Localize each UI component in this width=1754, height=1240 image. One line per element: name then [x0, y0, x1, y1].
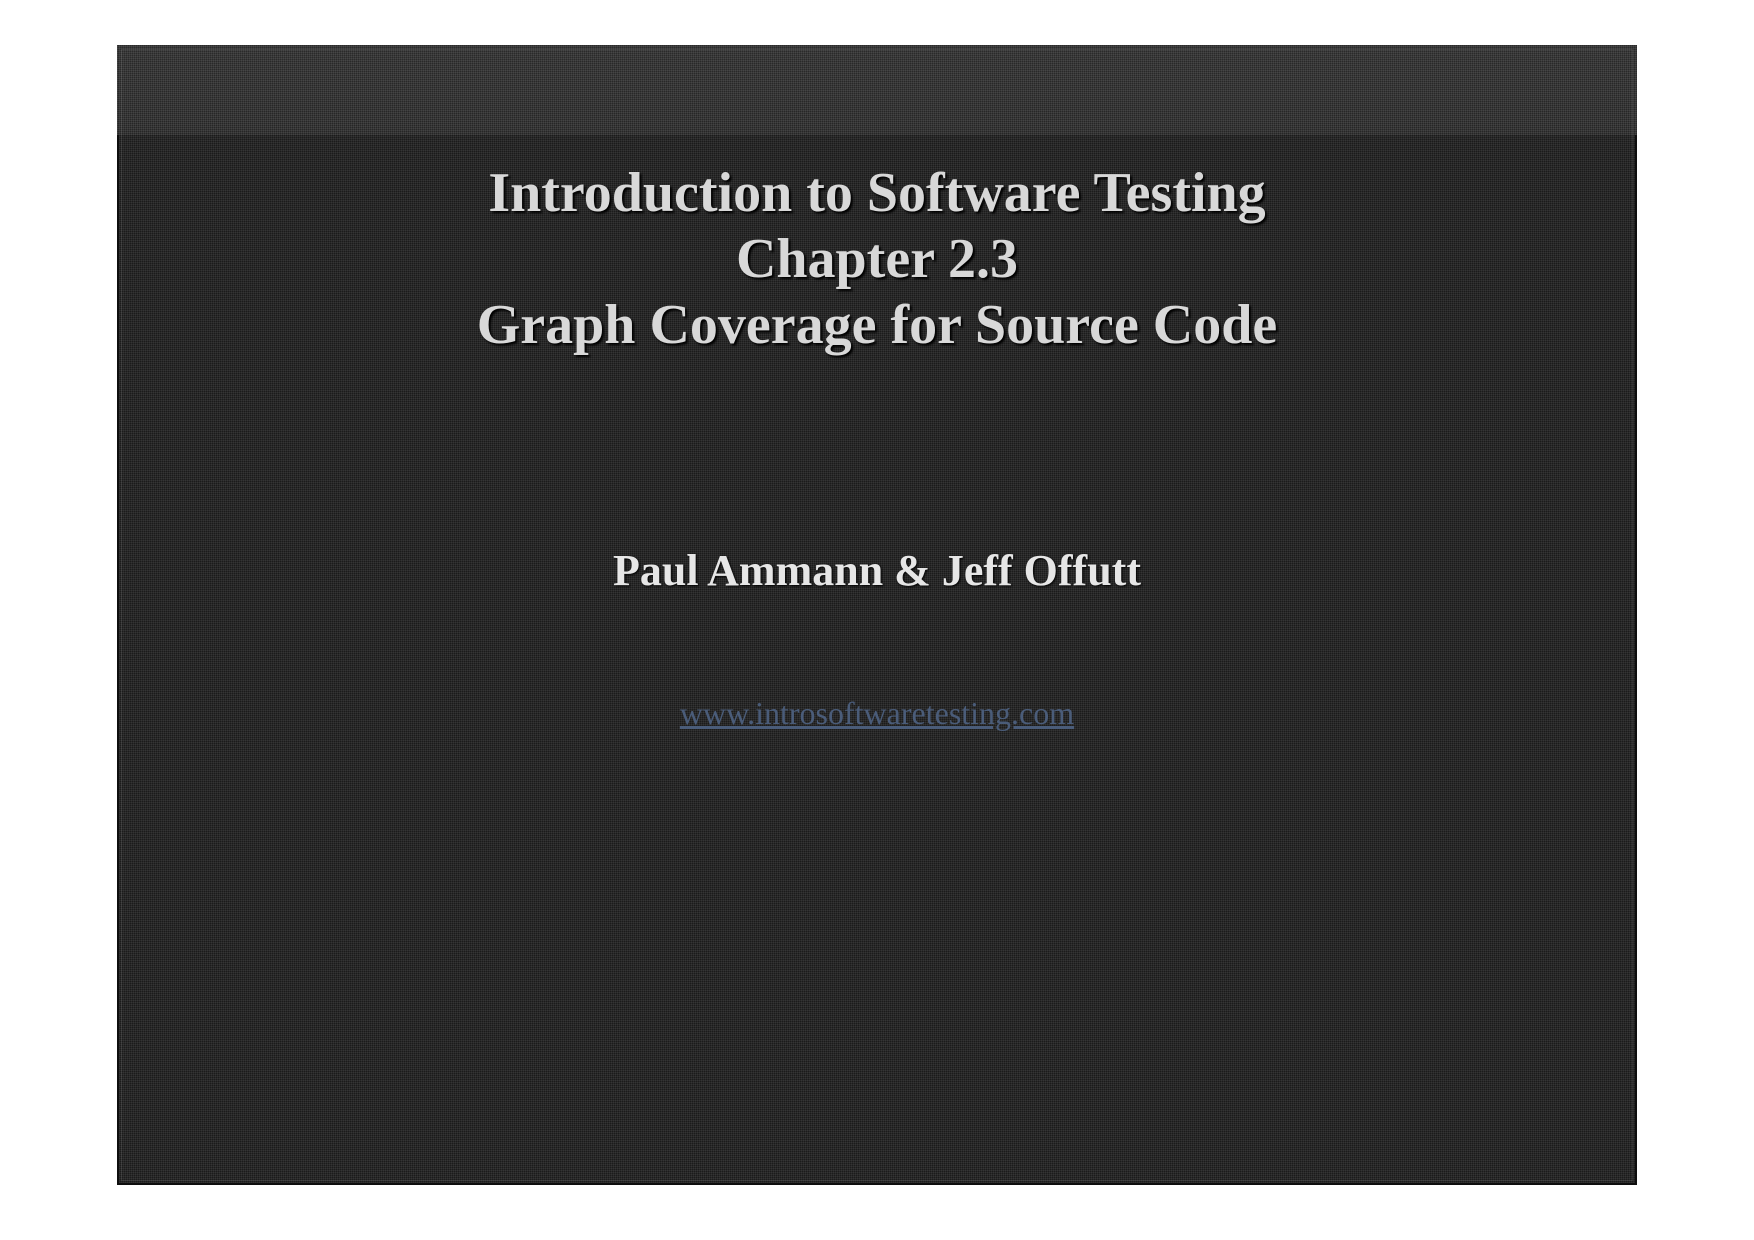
website-link[interactable]: www.introsoftwaretesting.com	[680, 695, 1074, 731]
slide: Introduction to Software Testing Chapter…	[117, 45, 1637, 1185]
title-line-3: Graph Coverage for Source Code	[117, 292, 1637, 358]
title-line-2: Chapter 2.3	[117, 226, 1637, 292]
title-line-1: Introduction to Software Testing	[117, 160, 1637, 226]
slide-link: www.introsoftwaretesting.com	[117, 695, 1637, 732]
slide-title-block: Introduction to Software Testing Chapter…	[117, 160, 1637, 358]
slide-authors: Paul Ammann & Jeff Offutt	[117, 545, 1637, 596]
slide-top-band	[117, 45, 1637, 135]
